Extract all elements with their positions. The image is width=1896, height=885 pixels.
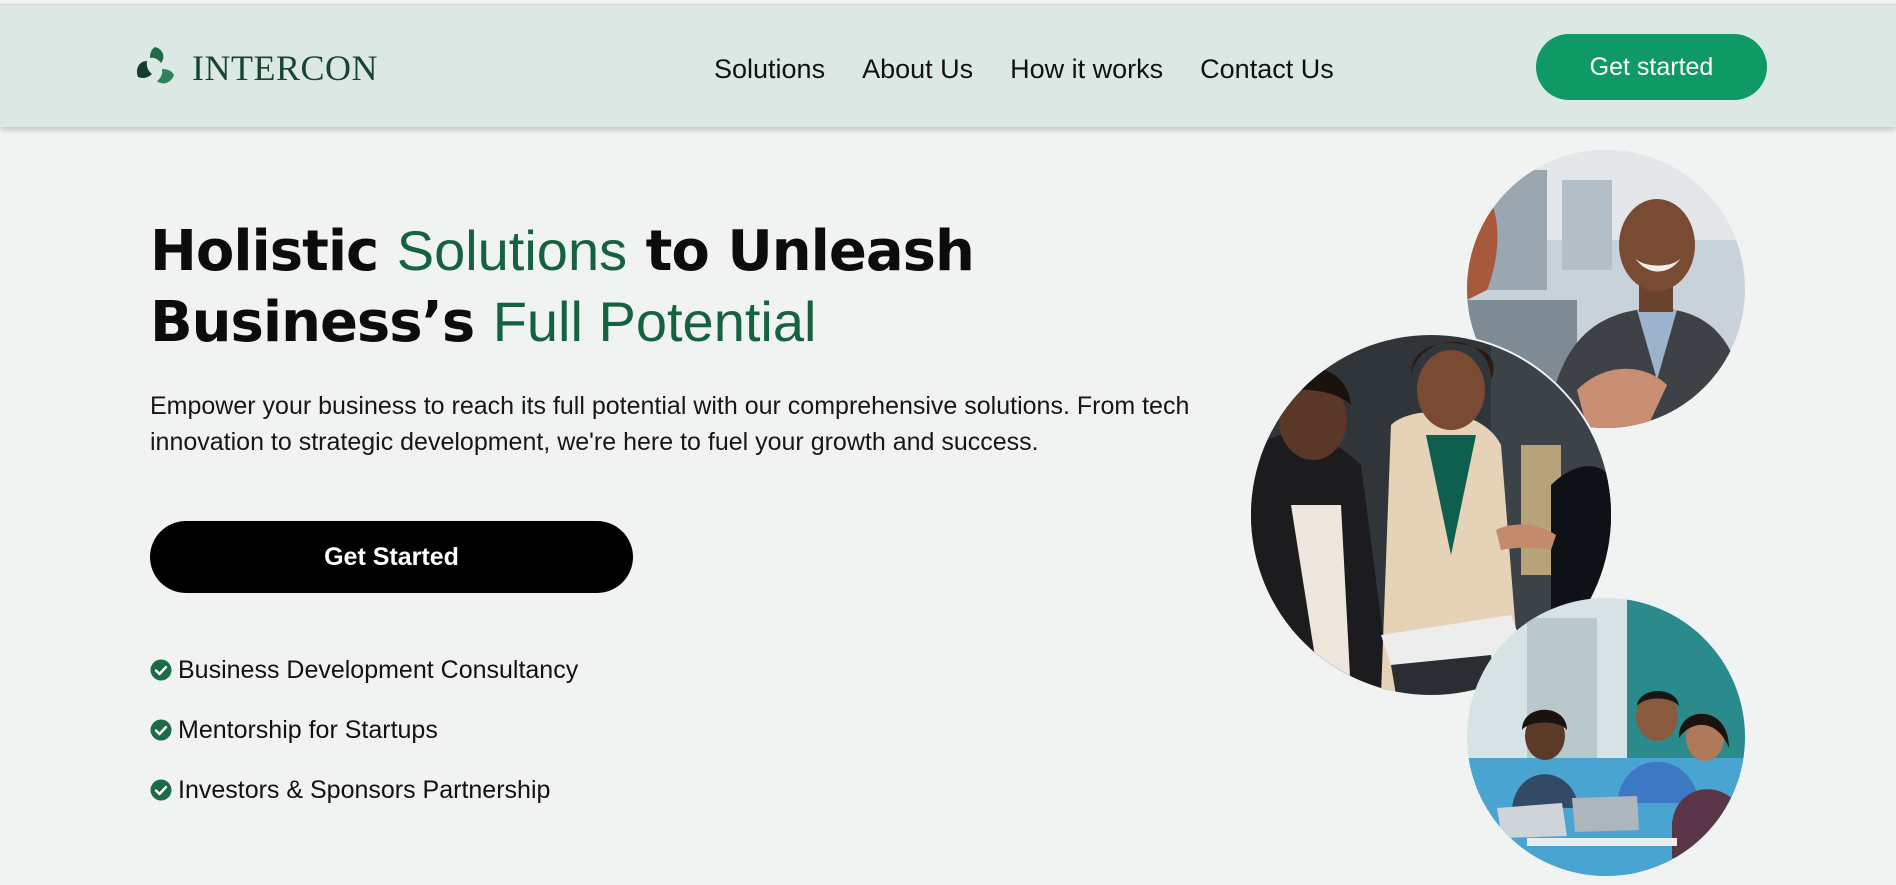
hero-title: Holistic Solutions to Unleash Business’s… [150, 216, 1230, 358]
brand-name: INTERCON [192, 48, 378, 88]
feature-item: Investors & Sponsors Partnership [150, 772, 578, 808]
feature-list: Business Development Consultancy Mentors… [150, 652, 578, 832]
site-header: INTERCON Solutions About Us How it works… [0, 4, 1896, 127]
feature-label: Business Development Consultancy [178, 655, 579, 684]
hero-description: Empower your business to reach its full … [150, 392, 1190, 456]
recycle-leaf-icon [137, 47, 174, 84]
feature-item: Mentorship for Startups [150, 712, 578, 748]
check-circle-icon [150, 779, 172, 801]
main-nav: Solutions About Us How it works Contact … [714, 49, 1371, 89]
check-circle-icon [150, 659, 172, 681]
hero-title-part1: Holistic [150, 219, 397, 284]
get-started-hero-button[interactable]: Get Started [150, 521, 633, 593]
nav-link-how-it-works[interactable]: How it works [1010, 49, 1163, 89]
feature-item: Business Development Consultancy [150, 652, 578, 688]
team-laptops-photo [1467, 598, 1745, 876]
feature-label: Mentorship for Startups [178, 715, 438, 744]
get-started-header-button[interactable]: Get started [1536, 34, 1767, 100]
nav-link-solutions[interactable]: Solutions [714, 49, 825, 89]
hero-title-highlight-full-potential: Full Potential [492, 290, 817, 353]
hero-title-highlight-solutions: Solutions [396, 219, 628, 282]
feature-label: Investors & Sponsors Partnership [178, 775, 551, 804]
nav-link-about-us[interactable]: About Us [862, 49, 973, 89]
check-circle-icon [150, 719, 172, 741]
nav-link-contact-us[interactable]: Contact Us [1200, 49, 1334, 89]
brand-logo[interactable]: INTERCON [130, 41, 378, 95]
